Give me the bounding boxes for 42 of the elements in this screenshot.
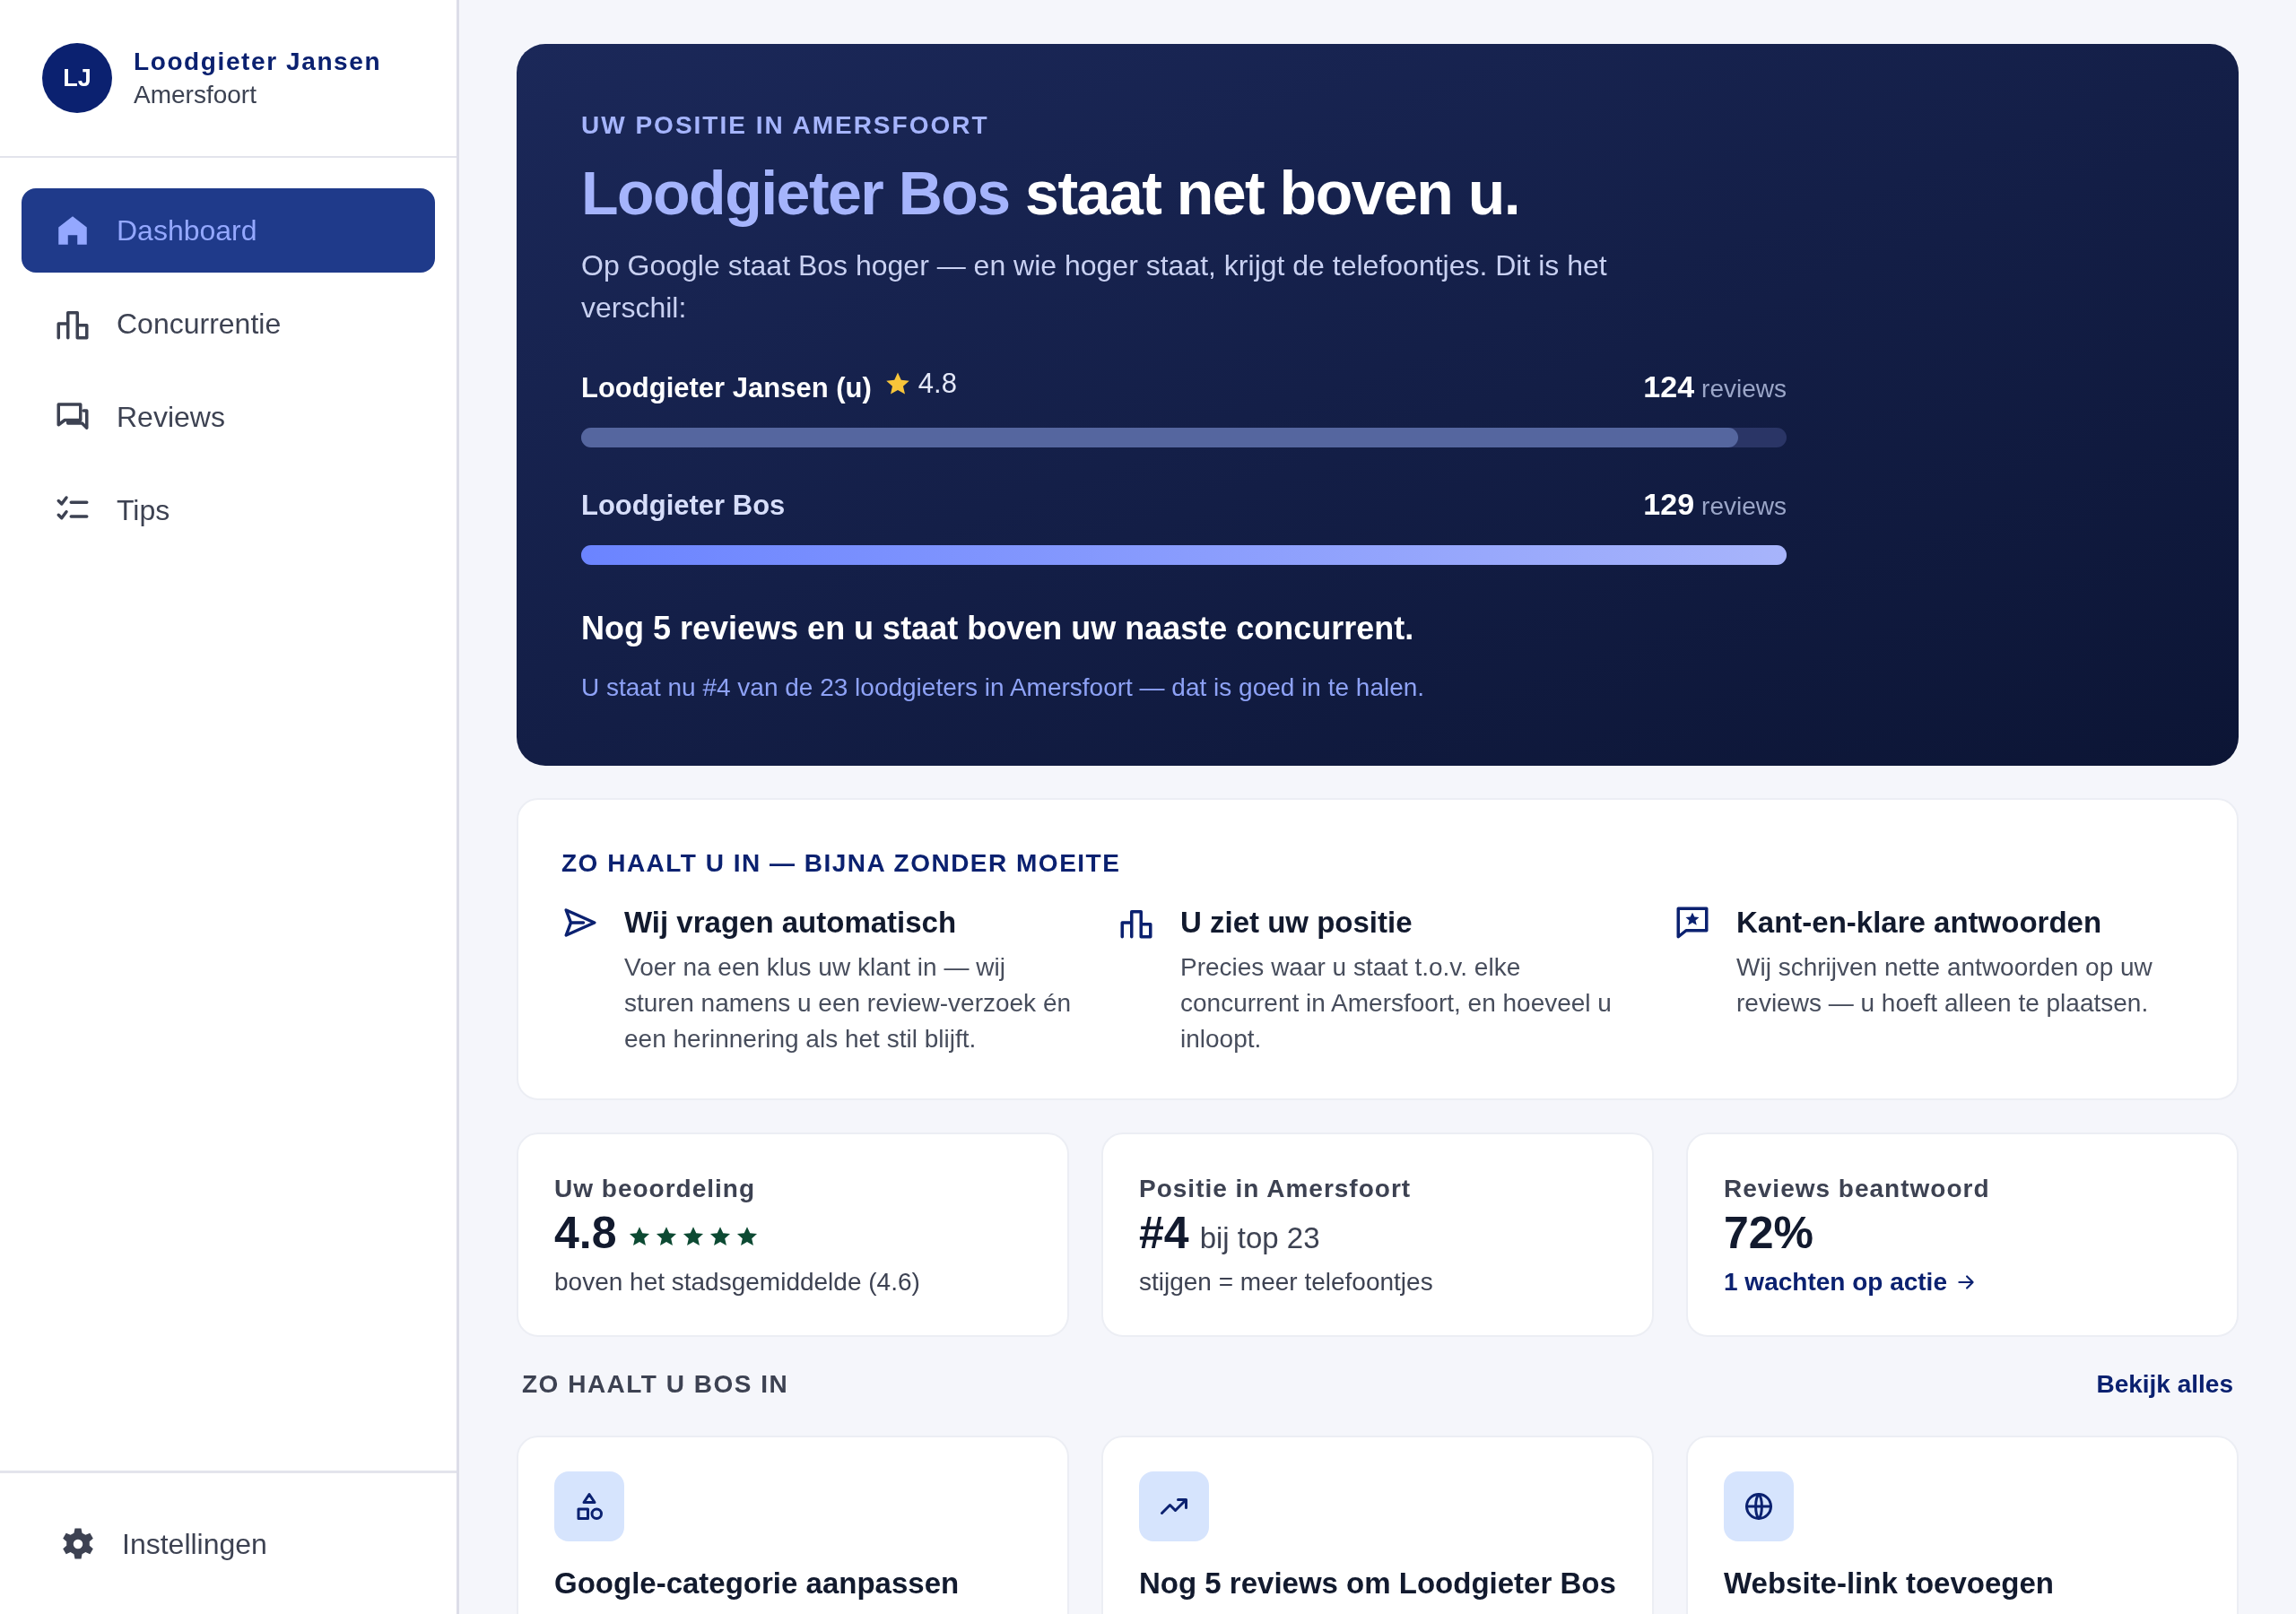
intro-text: Op Google staat Bos hoger — en wie hoger staat, krijgt de telefoontjes. Dit is het verschil: xyxy=(581,247,1608,325)
nav-item[interactable]: Dashboard xyxy=(22,188,435,273)
stat-suffix: bij top 23 xyxy=(1199,1221,1320,1256)
feature-text: Wij schrijven nette antwoorden op uw reviews — u hoeft alleen te plaatsen. xyxy=(1736,952,2153,1020)
section-title: ZO HAALT U BOS IN xyxy=(522,1368,789,1400)
eyebrow-label: UW POSITIE IN AMERSFOORT xyxy=(581,110,990,141)
review-unit: reviews xyxy=(1701,374,1787,403)
nav-item[interactable]: Tips xyxy=(22,468,435,552)
tip-title: Nog 5 reviews om Loodgieter Bos xyxy=(1139,1565,1616,1601)
stat-value: 72% xyxy=(1724,1208,1814,1260)
business-city: Amersfoort xyxy=(134,79,257,110)
business-name: Loodgieter Jansen xyxy=(134,46,382,77)
stat-note: boven het stadsgemiddelde (4.6) xyxy=(554,1266,921,1297)
stat-value: #4 xyxy=(1139,1208,1189,1260)
review-unit: reviews xyxy=(1701,491,1787,520)
feature-text: Precies waar u staat t.o.v. elke concurrent in Amersfoort, en hoeveel u inloopt. xyxy=(1180,952,1613,1055)
review-count: 129 xyxy=(1643,486,1695,521)
tip-title: Google-categorie aanpassen xyxy=(554,1565,961,1601)
feature-title: Wij vragen automatisch xyxy=(624,904,958,941)
review-count: 124 xyxy=(1643,369,1695,404)
feature-title: Kant-en-klare antwoorden xyxy=(1736,904,2103,941)
stat-label: Reviews beantwoord xyxy=(1724,1174,1991,1205)
rating-value: 4.8 xyxy=(918,366,957,401)
callout-text: Nog 5 reviews en u staat boven uw naaste concurrent. xyxy=(581,608,1415,648)
feature-title: U ziet uw positie xyxy=(1180,904,1413,941)
action-link[interactable]: 1 wachten op actie xyxy=(1724,1263,1978,1301)
feature-text: Voer na een klus uw klant in — wij sturen namens u een review-verzoek én een herinnering als het stil blijft. xyxy=(624,952,1073,1055)
nav-item[interactable]: Concurrentie xyxy=(22,282,435,366)
avatar: LJ xyxy=(42,43,112,113)
view-all-link[interactable]: Bekijk alles xyxy=(2096,1365,2233,1403)
stat-value: 4.8 xyxy=(554,1208,617,1260)
stat-note: stijgen = meer telefoontjes xyxy=(1139,1266,1434,1297)
nav-item[interactable]: Reviews xyxy=(22,375,435,459)
section-title: ZO HAALT U IN — BIJNA ZONDER MOEITE xyxy=(561,847,1122,879)
settings-link[interactable]: Instellingen xyxy=(27,1501,273,1586)
competitor-name: Loodgieter Bos xyxy=(581,489,786,521)
competitor-name: Loodgieter Jansen (u) xyxy=(581,371,872,404)
tip-title: Website-link toevoegen xyxy=(1724,1565,2055,1601)
stat-label: Uw beoordeling xyxy=(554,1174,756,1205)
note-text: U staat nu #4 van de 23 loodgieters in Amersfoort — dat is goed in te halen. xyxy=(581,672,1426,703)
stat-label: Positie in Amersfoort xyxy=(1139,1174,1413,1205)
headline: Loodgieter Bos staat net boven u. xyxy=(581,158,1521,229)
